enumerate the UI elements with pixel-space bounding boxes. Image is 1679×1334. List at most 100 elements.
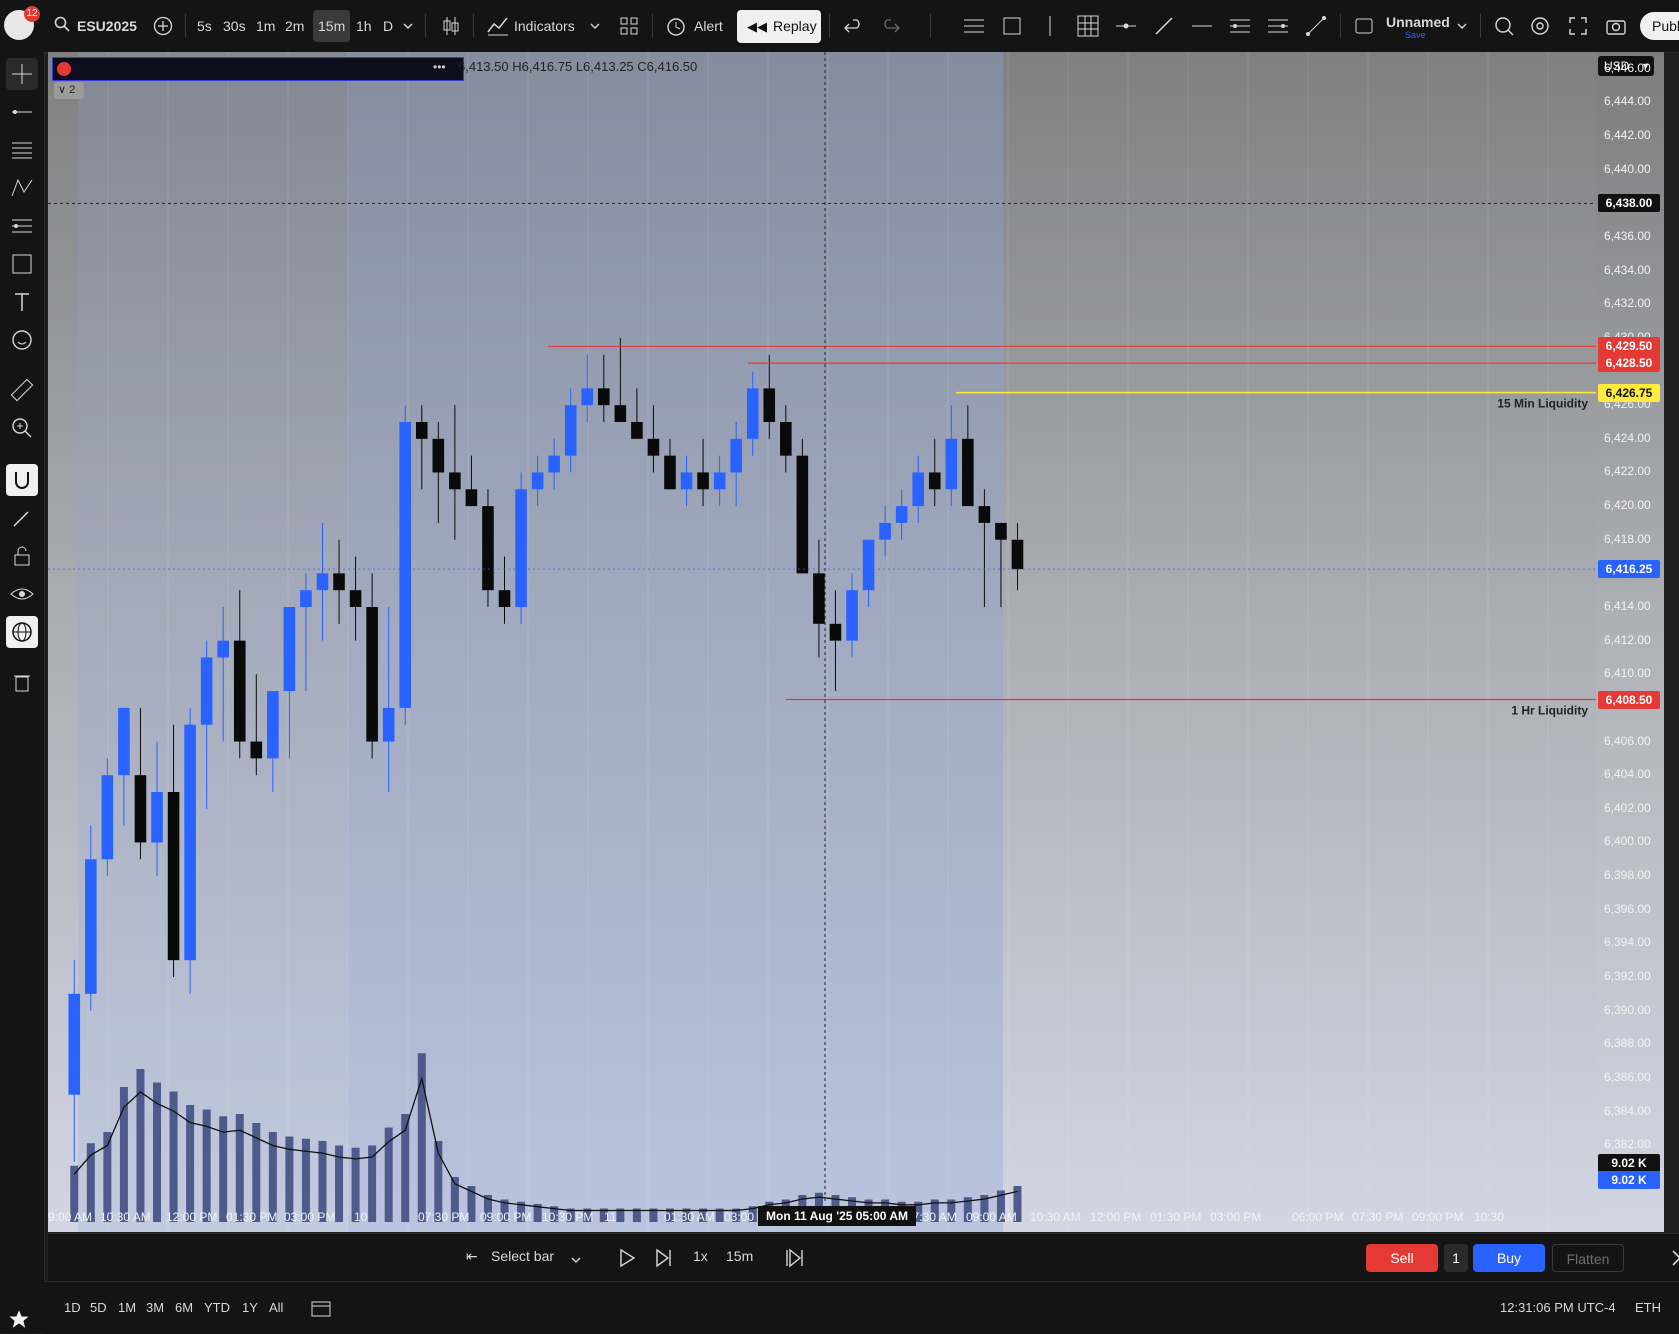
liquidity-15m-label: 15 Min Liquidity <box>1497 397 1588 411</box>
long-position-icon[interactable] <box>1226 12 1254 40</box>
replay-interval[interactable]: 15m <box>726 1248 753 1264</box>
globe-icon[interactable] <box>6 616 38 648</box>
indicators-button[interactable]: Indicators <box>514 10 575 42</box>
quantity-field[interactable]: 1 <box>1444 1244 1468 1272</box>
candles-icon[interactable] <box>437 12 465 40</box>
ruler-icon[interactable] <box>6 374 38 406</box>
symbol-legend[interactable]: ••• <box>52 57 464 81</box>
search-icon[interactable] <box>54 16 70 32</box>
fullscreen-icon[interactable] <box>1564 12 1592 40</box>
interval-2m[interactable]: 2m <box>285 10 304 42</box>
layouts-icon[interactable] <box>615 12 643 40</box>
alert-clock-icon[interactable] <box>662 12 690 40</box>
separator <box>1340 14 1341 38</box>
rectangle-icon[interactable] <box>998 12 1026 40</box>
pattern-icon[interactable] <box>6 172 38 204</box>
crosshair-time-tag: Mon 11 Aug '25 05:00 AM <box>758 1206 917 1226</box>
interval-1m[interactable]: 1m <box>256 10 275 42</box>
price-tick: 6,412.00 <box>1604 632 1651 647</box>
horizontal-ray-icon[interactable] <box>1112 12 1140 40</box>
publish-button[interactable]: Publ <box>1640 12 1679 40</box>
redo-icon[interactable] <box>876 12 904 40</box>
play-icon[interactable] <box>618 1248 636 1268</box>
chevron-down-icon[interactable] <box>589 20 601 32</box>
alert-button[interactable]: Alert <box>694 10 723 42</box>
range-all[interactable]: All <box>269 1300 283 1315</box>
price-tick: 6,386.00 <box>1604 1069 1651 1084</box>
symbol-label[interactable]: ESU2025 <box>77 10 137 42</box>
lock-pencil-icon[interactable] <box>6 502 38 534</box>
camera-icon[interactable] <box>1602 12 1630 40</box>
range-1y[interactable]: 1Y <box>242 1300 258 1315</box>
range-ytd[interactable]: YTD <box>204 1300 230 1315</box>
layout-name[interactable]: Unnamed <box>1386 14 1450 30</box>
time-tick: 10 <box>354 1210 368 1224</box>
crosshair-icon[interactable] <box>6 58 38 90</box>
speed-selector[interactable]: 1x <box>693 1248 708 1264</box>
zoom-in-icon[interactable] <box>6 412 38 444</box>
select-bar-icon[interactable]: ⇤ <box>466 1248 478 1265</box>
magnet-icon[interactable] <box>6 464 38 496</box>
trend-line-icon[interactable] <box>1188 12 1216 40</box>
chevron-down-icon[interactable] <box>570 1254 582 1266</box>
quick-search-icon[interactable] <box>1490 12 1518 40</box>
short-position-icon[interactable] <box>1264 12 1292 40</box>
grid-icon[interactable] <box>1074 12 1102 40</box>
indicators-icon[interactable] <box>484 12 512 40</box>
eye-icon[interactable] <box>6 578 38 610</box>
trash-icon[interactable] <box>6 666 38 698</box>
candle-body <box>631 422 643 439</box>
settings-gear-icon[interactable] <box>1526 12 1554 40</box>
price-plot[interactable]: 15 Min Liquidity 1 Hr Liquidity <box>48 52 1596 1232</box>
chevron-down-icon[interactable] <box>402 20 414 32</box>
range-6m[interactable]: 6M <box>175 1300 193 1315</box>
logo-icon[interactable]: 12 <box>4 6 40 40</box>
jump-to-realtime-icon[interactable] <box>784 1248 804 1268</box>
horizontal-lines-icon[interactable] <box>960 12 988 40</box>
publish-label: Publ <box>1652 18 1679 34</box>
step-forward-icon[interactable] <box>654 1248 674 1268</box>
lock-icon[interactable] <box>6 540 38 572</box>
layout-square-icon[interactable] <box>1350 12 1378 40</box>
chevron-down-icon[interactable] <box>1456 20 1468 32</box>
pen-icon[interactable] <box>1150 12 1178 40</box>
sell-button[interactable]: Sell <box>1366 1244 1438 1272</box>
select-bar-button[interactable]: Select bar <box>491 1248 554 1264</box>
add-symbol-icon[interactable] <box>153 16 173 36</box>
range-5d[interactable]: 5D <box>90 1300 107 1315</box>
clock-readout[interactable]: 12:31:06 PM UTC-4 <box>1500 1300 1616 1315</box>
time-tick: 07:30 PM <box>1352 1210 1404 1224</box>
replay-button[interactable]: ◀◀ Replay <box>737 10 821 43</box>
price-axis[interactable]: USD ▼ 6,446.00 6,444.00 6,442.00 6,440.00 6,4… <box>1596 52 1664 1232</box>
candle-body <box>250 741 263 759</box>
time-tick: 12:00 PM <box>166 1210 218 1224</box>
fib-icon[interactable] <box>6 134 38 166</box>
text-icon[interactable] <box>6 286 38 318</box>
interval-1h[interactable]: 1h <box>356 10 372 42</box>
emoji-icon[interactable] <box>6 324 38 356</box>
range-1m[interactable]: 1M <box>118 1300 136 1315</box>
interval-d[interactable]: D <box>383 10 393 42</box>
interval-5s[interactable]: 5s <box>197 10 212 42</box>
trend-line-icon[interactable] <box>6 96 38 128</box>
close-icon[interactable] <box>1670 1248 1679 1268</box>
candle-body <box>200 657 213 725</box>
undo-icon[interactable] <box>840 12 868 40</box>
range-1d[interactable]: 1D <box>64 1300 81 1315</box>
ruler-line-icon[interactable] <box>1302 12 1330 40</box>
interval-30s[interactable]: 30s <box>223 10 246 42</box>
shapes-icon[interactable] <box>6 248 38 280</box>
interval-15m[interactable]: 15m <box>313 10 351 42</box>
star-icon[interactable] <box>6 1306 32 1332</box>
vertical-line-icon[interactable] <box>1036 12 1064 40</box>
legend-more-icon[interactable]: ••• <box>433 60 446 74</box>
collapse-indicators[interactable]: ∨ 2 <box>54 82 84 99</box>
price-tick: 6,410.00 <box>1604 666 1651 681</box>
calendar-range-icon[interactable] <box>310 1298 332 1318</box>
range-3m[interactable]: 3M <box>146 1300 164 1315</box>
chart-pane[interactable]: 15 Min Liquidity 1 Hr Liquidity USD ▼ 6,44… <box>48 52 1664 1232</box>
buy-button[interactable]: Buy <box>1473 1244 1545 1272</box>
flatten-button[interactable]: Flatten <box>1552 1244 1624 1272</box>
session-label[interactable]: ETH <box>1635 1300 1661 1315</box>
forecast-icon[interactable] <box>6 210 38 242</box>
